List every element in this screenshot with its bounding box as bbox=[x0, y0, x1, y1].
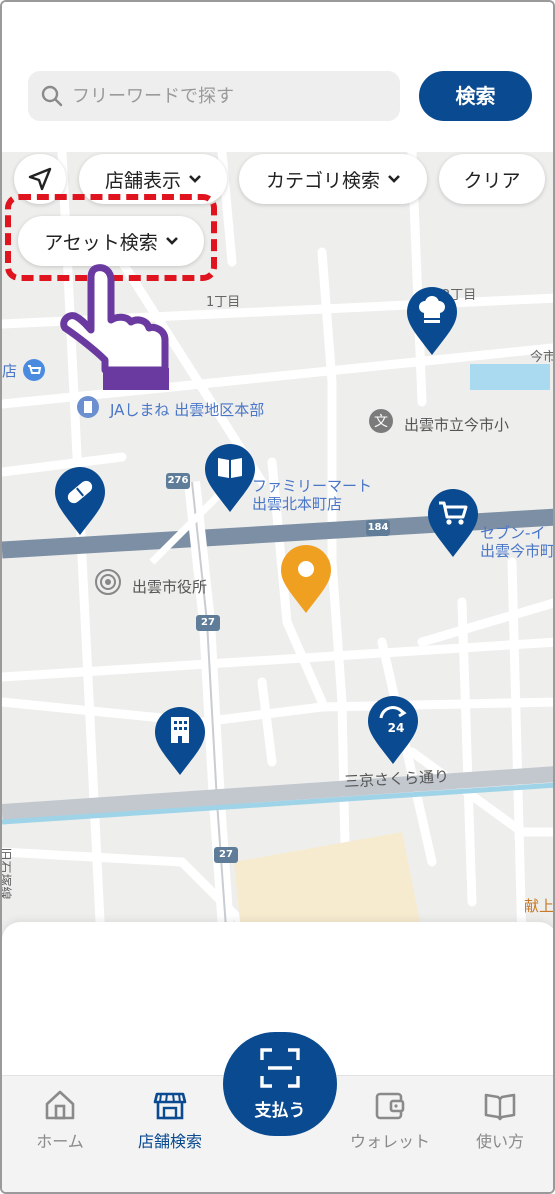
navigation-arrow-icon bbox=[28, 167, 52, 191]
route-27-badge: 27 bbox=[196, 615, 220, 631]
location-dot-icon bbox=[298, 561, 314, 577]
category-search-dropdown[interactable]: カテゴリ検索 bbox=[239, 154, 427, 204]
map-label-familymart-2: 出雲北本町店 bbox=[252, 495, 343, 513]
nav-store-search-label: 店舗検索 bbox=[137, 1132, 202, 1151]
book-open-icon bbox=[484, 1093, 516, 1121]
scan-icon bbox=[260, 1048, 300, 1088]
map-label-ja: JAしまね 出雲地区本部 bbox=[110, 401, 265, 419]
map-label-kenjo: 献上 bbox=[524, 897, 555, 915]
office-poi-icon bbox=[77, 396, 99, 418]
search-box[interactable] bbox=[28, 71, 400, 121]
nav-wallet-label: ウォレット bbox=[349, 1132, 430, 1151]
nav-usage-label: 使い方 bbox=[475, 1132, 524, 1151]
pharmacy-pin[interactable] bbox=[53, 465, 107, 537]
nav-store-search[interactable]: 店舗検索 bbox=[120, 1088, 220, 1152]
map-label-school: 出雲市立今市小 bbox=[404, 416, 510, 434]
chevron-down-icon bbox=[388, 175, 400, 183]
restaurant-pin[interactable] bbox=[405, 285, 459, 357]
clear-button[interactable]: クリア bbox=[439, 154, 545, 204]
nav-home-label: ホーム bbox=[36, 1132, 84, 1151]
building-icon bbox=[171, 717, 189, 743]
book-pin[interactable] bbox=[203, 442, 257, 514]
shopping-pin[interactable] bbox=[426, 487, 480, 559]
search-icon bbox=[41, 85, 63, 107]
search-header: 検索 bbox=[2, 2, 553, 152]
pay-button[interactable]: 支払う bbox=[223, 1032, 337, 1136]
pay-label: 支払う bbox=[254, 1101, 306, 1121]
nav-wallet[interactable]: ウォレット bbox=[340, 1088, 440, 1152]
chevron-down-icon bbox=[189, 175, 201, 183]
wallet-icon bbox=[375, 1092, 405, 1120]
24h-pin[interactable]: 24 bbox=[366, 694, 420, 766]
current-location-pin[interactable] bbox=[279, 543, 333, 615]
app-screen: 1丁目 2丁目 今市 店 JAしまね 出雲地区本部 出雲市立今市小 ファミリーマ… bbox=[0, 0, 555, 1194]
route-276-badge: 276 bbox=[166, 473, 190, 489]
store-icon bbox=[153, 1092, 187, 1120]
search-button[interactable]: 検索 bbox=[419, 71, 532, 121]
home-icon bbox=[45, 1090, 75, 1120]
map-label-side: 旧石塚線 bbox=[2, 847, 12, 900]
category-search-label: カテゴリ検索 bbox=[265, 169, 380, 192]
map-label-store-left: 店 bbox=[2, 362, 18, 380]
route-184-badge: 184 bbox=[366, 520, 390, 536]
nav-home[interactable]: ホーム bbox=[10, 1088, 110, 1152]
store-display-label: 店舗表示 bbox=[104, 169, 181, 192]
map-label-ima: 今市 bbox=[530, 350, 555, 365]
search-input[interactable] bbox=[72, 85, 372, 107]
cityhall-poi-icon bbox=[95, 569, 121, 595]
clear-label: クリア bbox=[463, 169, 521, 192]
svg-text:24: 24 bbox=[388, 721, 405, 735]
nav-usage[interactable]: 使い方 bbox=[450, 1088, 550, 1152]
svg-text:文: 文 bbox=[374, 414, 388, 430]
shop-poi-icon bbox=[23, 359, 45, 381]
map-label-cityhall: 出雲市役所 bbox=[132, 578, 208, 596]
building-pin[interactable] bbox=[153, 705, 207, 777]
school-poi-icon: 文 bbox=[369, 409, 393, 433]
map-label-seven-2: 出雲今市町 bbox=[480, 542, 555, 560]
map-label-chome1: 1丁目 bbox=[206, 295, 241, 310]
route-27-badge-south: 27 bbox=[214, 847, 238, 863]
pointing-hand-icon bbox=[60, 264, 169, 390]
